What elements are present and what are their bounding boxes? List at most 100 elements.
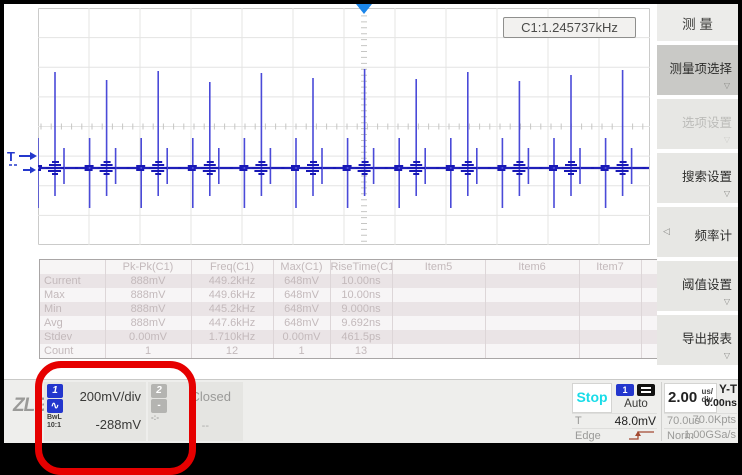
menu-item-label: 测量项选择 [669,58,732,77]
cell: 449.6kHz [191,288,273,302]
display-mode: Y-T [719,384,737,396]
cell: 888mV [105,316,191,330]
menu-item-export-report[interactable]: 导出报表 ▽ [657,315,738,365]
chevron-down-icon: ▽ [724,189,730,198]
trigger-level-icon: T [6,146,40,186]
channel2-probe-ratio: -:- [151,414,168,421]
measurement-table: Pk-Pk(C1) Freq(C1) Max(C1) RiseTime(C1) … [39,259,659,359]
menu-item-search-settings[interactable]: 搜索设置 ▽ [657,153,738,203]
cell: 648mV [273,302,330,316]
menu-item-label: 阈值设置 [682,274,732,293]
table-row-stdev: Stdev 0.00mV 1.710kHz 0.00mV 461.5ps [40,330,659,344]
channel2-number-badge: 2 [151,384,167,398]
trigger-level-row: T 48.0mV [572,413,657,428]
cell: 1 [105,344,191,358]
cell [392,274,485,288]
trigger-arrow-head [30,167,36,174]
header-pkpk: Pk-Pk(C1) [105,260,191,274]
channel1-bandwidth-limit: BwL [47,414,64,421]
run-state-label: Stop [573,384,611,410]
menu-item-label: 选项设置 [682,112,732,131]
channel1-status[interactable]: 1 ∿ BwL 10:1 200mV/div -288mV [44,382,146,441]
header-max: Max(C1) [273,260,330,274]
measure-menu: 测 量 测量项选择 ▽ 选项设置 ▽ 搜索设置 ▽ ◁ 频率计 阈值设置 ▽ [657,4,738,378]
chevron-down-icon: ▽ [724,351,730,360]
sample-rate-row: Norm 1.00GSa/s [664,428,737,443]
bus-icon [637,384,655,396]
channel1-offset: -288mV [95,417,141,432]
row-label: Current [40,274,105,288]
trigger-type-label: Edge [575,430,601,442]
cell: 449.2kHz [191,274,273,288]
channel2-status[interactable]: 2 - -:- Closed -- [148,382,243,441]
waveform-grid [38,8,650,245]
cell: 447.6kHz [191,316,273,330]
row-label: Count [40,344,105,358]
table-row-min: Min 888mV 445.2kHz 648mV 9.000ns [40,302,659,316]
menu-item-frequency-counter[interactable]: ◁ 频率计 [657,207,738,257]
table-row-count: Count 1 12 1 13 [40,344,659,358]
table-row-max: Max 888mV 449.6kHz 648mV 10.00ns [40,288,659,302]
trigger-source-channel-badge: 1 [616,384,634,396]
row-label: Max [40,288,105,302]
channel2-state: Closed [191,389,231,404]
cell [392,330,485,344]
cell [579,302,641,316]
cell: 9.692ns [330,316,392,330]
header-risetime: RiseTime(C1) [330,260,392,274]
cell: 10.00ns [330,274,392,288]
cell [392,302,485,316]
cell: 1 [273,344,330,358]
cell: 10.00ns [330,288,392,302]
frequency-readout: C1:1.245737kHz [503,17,636,38]
trigger-delay: 0.00ns [704,397,737,409]
trigger-mode: Auto [616,398,656,410]
trigger-level-marker[interactable]: T [6,146,40,186]
channel1-badges: 1 ∿ BwL 10:1 [47,384,64,429]
cell [485,344,579,358]
cell: 0.00mV [105,330,191,344]
header-blank [40,260,105,274]
row-label: Stdev [40,330,105,344]
waveform-plot [38,8,650,245]
menu-item-select-measurements[interactable]: 测量项选择 ▽ [657,45,738,95]
channel2-offset: -- [202,420,209,432]
chevron-left-icon: ◁ [663,226,670,237]
trigger-level-key: T [575,415,582,427]
table-row-avg: Avg 888mV 447.6kHz 648mV 9.692ns [40,316,659,330]
cell [579,274,641,288]
trigger-status: Stop 1 Auto T 48.0mV Edge [570,382,659,441]
cell [392,344,485,358]
channel1-probe-ratio: 10:1 [47,422,64,429]
cell: 888mV [105,288,191,302]
menu-item-threshold-settings[interactable]: 阈值设置 ▽ [657,261,738,311]
row-label: Min [40,302,105,316]
logo-text: ZLG [13,395,48,416]
cell: 461.5ps [330,330,392,344]
header-freq: Freq(C1) [191,260,273,274]
status-bar: ZLG® 1 ∿ BwL 10:1 200mV/div -288mV 2 - -… [4,379,738,443]
header-item5: Item5 [392,260,485,274]
cell [392,288,485,302]
oscilloscope-screen: C1:1.245737kHz T P [0,0,742,471]
row-label: Avg [40,316,105,330]
cell [579,288,641,302]
channel1-scale: 200mV/div [80,389,141,404]
cell [485,330,579,344]
channel2-badges: 2 - -:- [151,384,168,421]
memory-depth: 70.0Kpts [693,414,736,426]
timebase-status: 2.00 us/ div Y-T 0.00ns 70.0us 70.0Kpts … [661,382,739,441]
chevron-down-icon: ▽ [724,81,730,90]
trigger-level-value: 48.0mV [615,414,656,428]
cell [485,302,579,316]
menu-item-label: 频率计 [694,225,732,244]
cell: 648mV [273,316,330,330]
trigger-position-marker[interactable] [356,4,372,14]
trigger-source-badges: 1 [616,384,655,396]
cell [392,316,485,330]
table-header-row: Pk-Pk(C1) Freq(C1) Max(C1) RiseTime(C1) … [40,260,659,274]
menu-item-option-settings[interactable]: 选项设置 ▽ [657,99,738,149]
trigger-type-row: Edge [572,428,657,443]
run-stop-indicator[interactable]: Stop [572,383,612,413]
chevron-down-icon: ▽ [724,297,730,306]
